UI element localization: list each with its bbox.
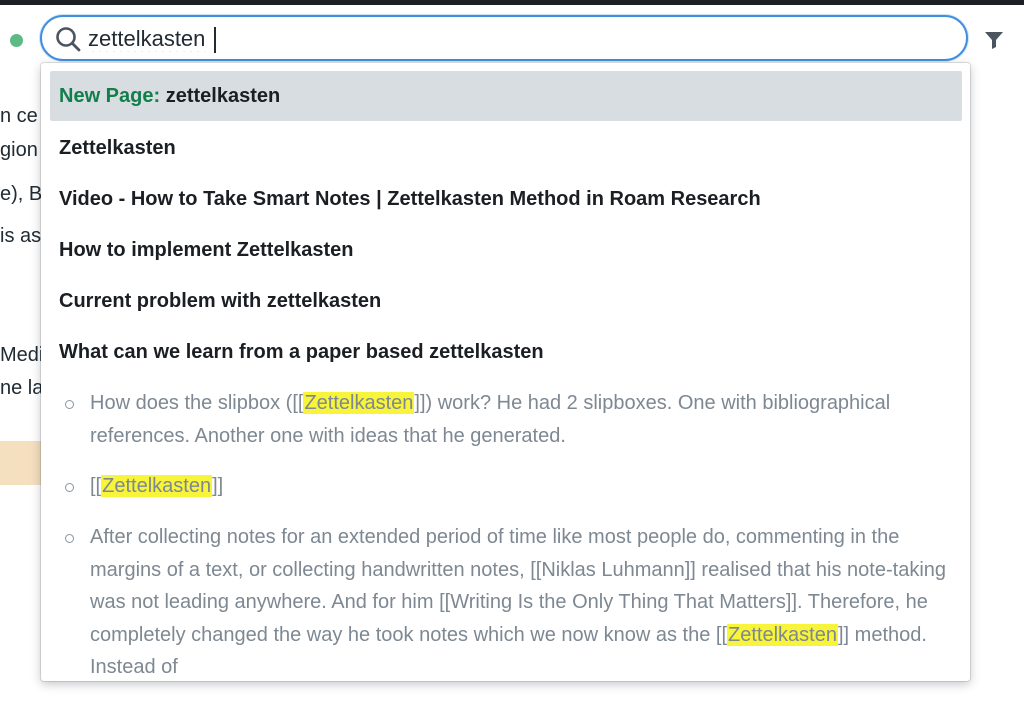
background-text: n ce	[0, 105, 38, 127]
block-bullet-icon	[65, 534, 74, 543]
background-text: gion	[0, 139, 38, 161]
page-result[interactable]: Current problem with zettelkasten	[50, 276, 962, 326]
text-caret	[214, 27, 216, 53]
search-icon	[56, 27, 81, 52]
background-text: e), B	[0, 183, 43, 205]
new-page-prefix: New Page:	[59, 85, 161, 107]
block-result[interactable]: How does the slipbox ([[Zettelkasten]]) …	[90, 387, 950, 452]
search-highlight: Zettelkasten	[101, 475, 213, 497]
block-bullet-icon	[65, 483, 74, 492]
page-result[interactable]: Zettelkasten	[50, 123, 962, 173]
search-highlight: Zettelkasten	[727, 623, 838, 646]
search-input[interactable]	[88, 23, 948, 55]
block-bullet-icon	[65, 400, 74, 409]
new-page-title: zettelkasten	[165, 85, 281, 107]
search-results-dropdown: New Page: zettelkasten Zettelkasten Vide…	[41, 63, 970, 681]
background-text: ne la	[0, 377, 44, 399]
search-highlight: Zettelkasten	[303, 392, 415, 414]
page-result[interactable]: How to implement Zettelkasten	[50, 225, 962, 275]
page-result[interactable]: What can we learn from a paper based zet…	[50, 327, 962, 377]
window-top-bar	[0, 0, 1024, 5]
search-box[interactable]	[40, 15, 968, 61]
background-text: Medi	[0, 344, 44, 366]
block-text: [[	[90, 475, 102, 497]
page-result[interactable]: Video - How to Take Smart Notes | Zettel…	[50, 174, 962, 224]
filter-icon[interactable]	[984, 30, 1004, 50]
block-result[interactable]: [[Zettelkasten]]	[90, 470, 950, 503]
block-text: ]]	[212, 475, 224, 497]
sync-status-dot	[10, 34, 23, 47]
background-highlight-band	[0, 441, 44, 485]
block-text: How does the slipbox ([[	[90, 392, 304, 414]
new-page-option[interactable]: New Page: zettelkasten	[50, 71, 962, 121]
block-result[interactable]: After collecting notes for an extended p…	[90, 521, 950, 681]
background-text: is as	[0, 225, 42, 247]
